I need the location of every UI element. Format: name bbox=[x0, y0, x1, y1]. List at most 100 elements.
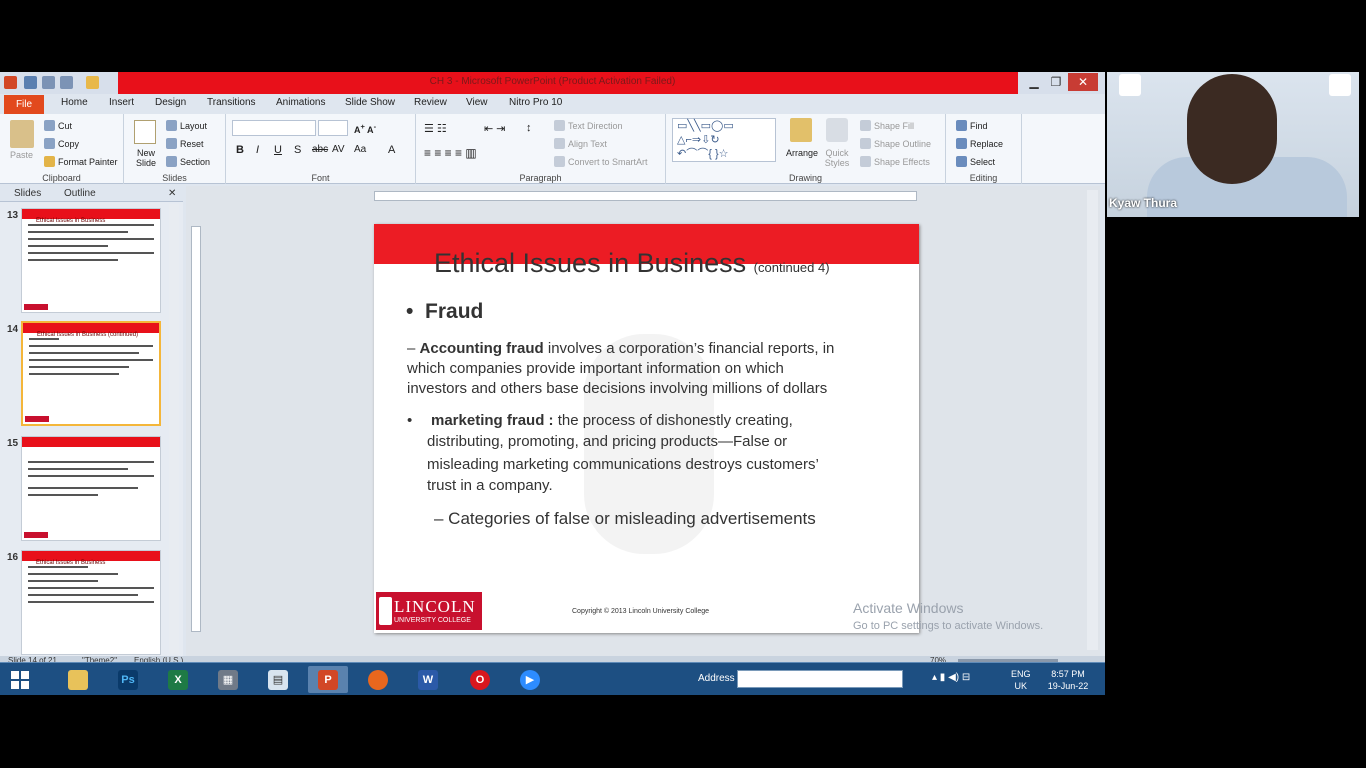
new-slide-button[interactable]: New Slide bbox=[132, 148, 160, 168]
paste-icon[interactable] bbox=[10, 120, 34, 148]
bullets-icon[interactable]: ☰ ☷ bbox=[424, 122, 447, 135]
thumb-number: 13 bbox=[7, 210, 19, 221]
tab-animations[interactable]: Animations bbox=[276, 97, 325, 108]
char-spacing-icon[interactable]: AV bbox=[332, 144, 345, 155]
slide-thumb-14[interactable]: Ethical Issues in Business (continued) bbox=[21, 321, 161, 426]
underline-icon[interactable]: U bbox=[274, 144, 282, 156]
section-button[interactable]: Section bbox=[166, 156, 210, 167]
categories-subbullet[interactable]: – Categories of false or misleading adve… bbox=[434, 509, 816, 529]
zoom-icon[interactable]: ▶ bbox=[510, 666, 550, 693]
quick-styles-button[interactable]: Quick Styles bbox=[822, 148, 852, 168]
font-color-icon[interactable]: A bbox=[388, 144, 395, 156]
slide-thumb-15[interactable] bbox=[21, 436, 161, 541]
bullet-fraud[interactable]: • Fraud bbox=[406, 300, 483, 324]
cut-button[interactable]: Cut bbox=[44, 120, 72, 131]
lincoln-logo: LINCOLN UNIVERSITY COLLEGE bbox=[376, 592, 482, 630]
slide-thumb-16[interactable]: Ethical Issues in Business bbox=[21, 550, 161, 655]
tab-transitions[interactable]: Transitions bbox=[207, 97, 256, 108]
slide-title-text: Ethical Issues in Business bbox=[434, 248, 747, 278]
line-spacing-icon[interactable]: ↕ bbox=[526, 122, 532, 134]
tab-outline[interactable]: Outline bbox=[64, 188, 96, 199]
horizontal-ruler bbox=[374, 191, 917, 201]
copy-button[interactable]: Copy bbox=[44, 138, 79, 149]
marketing-fraud-bullet[interactable]: • marketing fraud : the process of disho… bbox=[407, 412, 819, 494]
slide-canvas[interactable]: Ethical Issues in Business (continued 4)… bbox=[374, 224, 919, 633]
close-pane-icon[interactable]: ✕ bbox=[168, 188, 176, 199]
quick-styles-icon[interactable] bbox=[826, 118, 848, 142]
p2-line: marketing fraud : the process of dishone… bbox=[431, 412, 819, 429]
layout-button[interactable]: Layout bbox=[166, 120, 207, 131]
notepad-icon[interactable]: ▤ bbox=[258, 666, 298, 693]
language-indicator[interactable]: ENG UK bbox=[1011, 668, 1031, 692]
tab-view[interactable]: View bbox=[466, 97, 488, 108]
thumb-line bbox=[28, 245, 108, 247]
tab-insert[interactable]: Insert bbox=[109, 97, 134, 108]
tab-review[interactable]: Review bbox=[414, 97, 447, 108]
indent-icon[interactable]: ⇤ ⇥ bbox=[484, 122, 506, 135]
powerpoint-taskbar-icon[interactable]: P bbox=[308, 666, 348, 693]
brush-icon bbox=[44, 156, 55, 167]
thumb-header: Ethical Issues in Business (continued) bbox=[23, 323, 159, 338]
address-input[interactable] bbox=[737, 670, 903, 688]
file-explorer-icon[interactable] bbox=[58, 666, 98, 693]
reset-button[interactable]: Reset bbox=[166, 138, 204, 149]
windows-start-icon[interactable] bbox=[0, 663, 38, 696]
pane-scrollbar[interactable] bbox=[169, 204, 179, 654]
opera-icon[interactable]: O bbox=[460, 666, 500, 693]
firefox-icon[interactable] bbox=[358, 666, 398, 693]
calculator-icon[interactable]: ▦ bbox=[208, 666, 248, 693]
bold-icon[interactable]: B bbox=[236, 144, 244, 156]
copyright-text: Copyright © 2013 Lincoln University Coll… bbox=[572, 608, 710, 615]
strikethrough-icon[interactable]: abc bbox=[312, 144, 328, 155]
find-button[interactable]: Find bbox=[956, 120, 988, 131]
font-name-input[interactable] bbox=[232, 120, 316, 136]
slide-title[interactable]: Ethical Issues in Business (continued 4) bbox=[434, 248, 830, 279]
p1-line3: investors and others base decisions invo… bbox=[407, 380, 828, 397]
tab-nitro[interactable]: Nitro Pro 10 bbox=[509, 97, 562, 108]
tab-home[interactable]: Home bbox=[61, 97, 88, 108]
tab-slides[interactable]: Slides bbox=[14, 188, 41, 199]
select-button[interactable]: Select bbox=[956, 156, 995, 167]
tab-design[interactable]: Design bbox=[155, 97, 186, 108]
tray-icons[interactable]: ▴ ▮ ◀) ⊟ bbox=[932, 672, 970, 683]
align-icons[interactable]: ≡ ≡ ≡ ≡ ▥ bbox=[424, 146, 477, 160]
new-slide-icon[interactable] bbox=[134, 120, 156, 144]
excel-icon[interactable]: X bbox=[158, 666, 198, 693]
shape-effects-label: Shape Effects bbox=[874, 157, 930, 167]
font-size-input[interactable] bbox=[318, 120, 348, 136]
close-icon[interactable]: ✕ bbox=[1068, 73, 1098, 91]
format-painter-button[interactable]: Format Painter bbox=[44, 156, 118, 167]
slide-thumb-13[interactable]: Ethical Issues in Business bbox=[21, 208, 161, 313]
align-text-label: Align Text bbox=[568, 139, 607, 149]
maximize-icon[interactable]: ❐ bbox=[1046, 73, 1066, 91]
arrange-icon[interactable] bbox=[790, 118, 812, 142]
accounting-fraud-paragraph[interactable]: – Accounting fraud involves a corporatio… bbox=[407, 340, 834, 397]
editor-scrollbar[interactable] bbox=[1087, 190, 1098, 650]
tab-file[interactable]: File bbox=[4, 95, 44, 114]
replace-button[interactable]: Replace bbox=[956, 138, 1003, 149]
photoshop-glyph: Ps bbox=[118, 670, 138, 690]
align-text-button[interactable]: Align Text bbox=[554, 138, 607, 149]
photoshop-icon[interactable]: Ps bbox=[108, 666, 148, 693]
shape-outline-button[interactable]: Shape Outline bbox=[860, 138, 931, 149]
text-direction-button[interactable]: Text Direction bbox=[554, 120, 623, 131]
clock[interactable]: 8:57 PM 19-Jun-22 bbox=[1043, 668, 1093, 692]
convert-smartart-button[interactable]: Convert to SmartArt bbox=[554, 156, 648, 167]
p2-text: the process of dishonestly creating, bbox=[553, 412, 793, 429]
clipboard-label: Clipboard bbox=[42, 173, 81, 183]
grow-font-icon[interactable]: A+ A- bbox=[354, 122, 376, 135]
participant-video[interactable]: Kyaw Thura bbox=[1107, 72, 1359, 217]
minimize-icon[interactable]: ▁ bbox=[1024, 73, 1044, 91]
arrange-button[interactable]: Arrange bbox=[786, 148, 818, 158]
paste-button[interactable]: Paste bbox=[10, 150, 33, 160]
word-icon[interactable]: W bbox=[408, 666, 448, 693]
shape-effects-button[interactable]: Shape Effects bbox=[860, 156, 930, 167]
marketing-fraud-term: marketing fraud : bbox=[431, 412, 554, 429]
tab-slide-show[interactable]: Slide Show bbox=[345, 97, 395, 108]
shapes-gallery[interactable]: ▭╲╲▭◯▭ △⌐⇒⇩↻ ↶⌒⌒{ }☆ bbox=[672, 118, 776, 162]
italic-icon[interactable]: I bbox=[256, 144, 259, 156]
change-case-icon[interactable]: Aa bbox=[354, 144, 366, 155]
shadow-icon[interactable]: S bbox=[294, 144, 301, 156]
layout-icon bbox=[166, 120, 177, 131]
shape-fill-button[interactable]: Shape Fill bbox=[860, 120, 914, 131]
